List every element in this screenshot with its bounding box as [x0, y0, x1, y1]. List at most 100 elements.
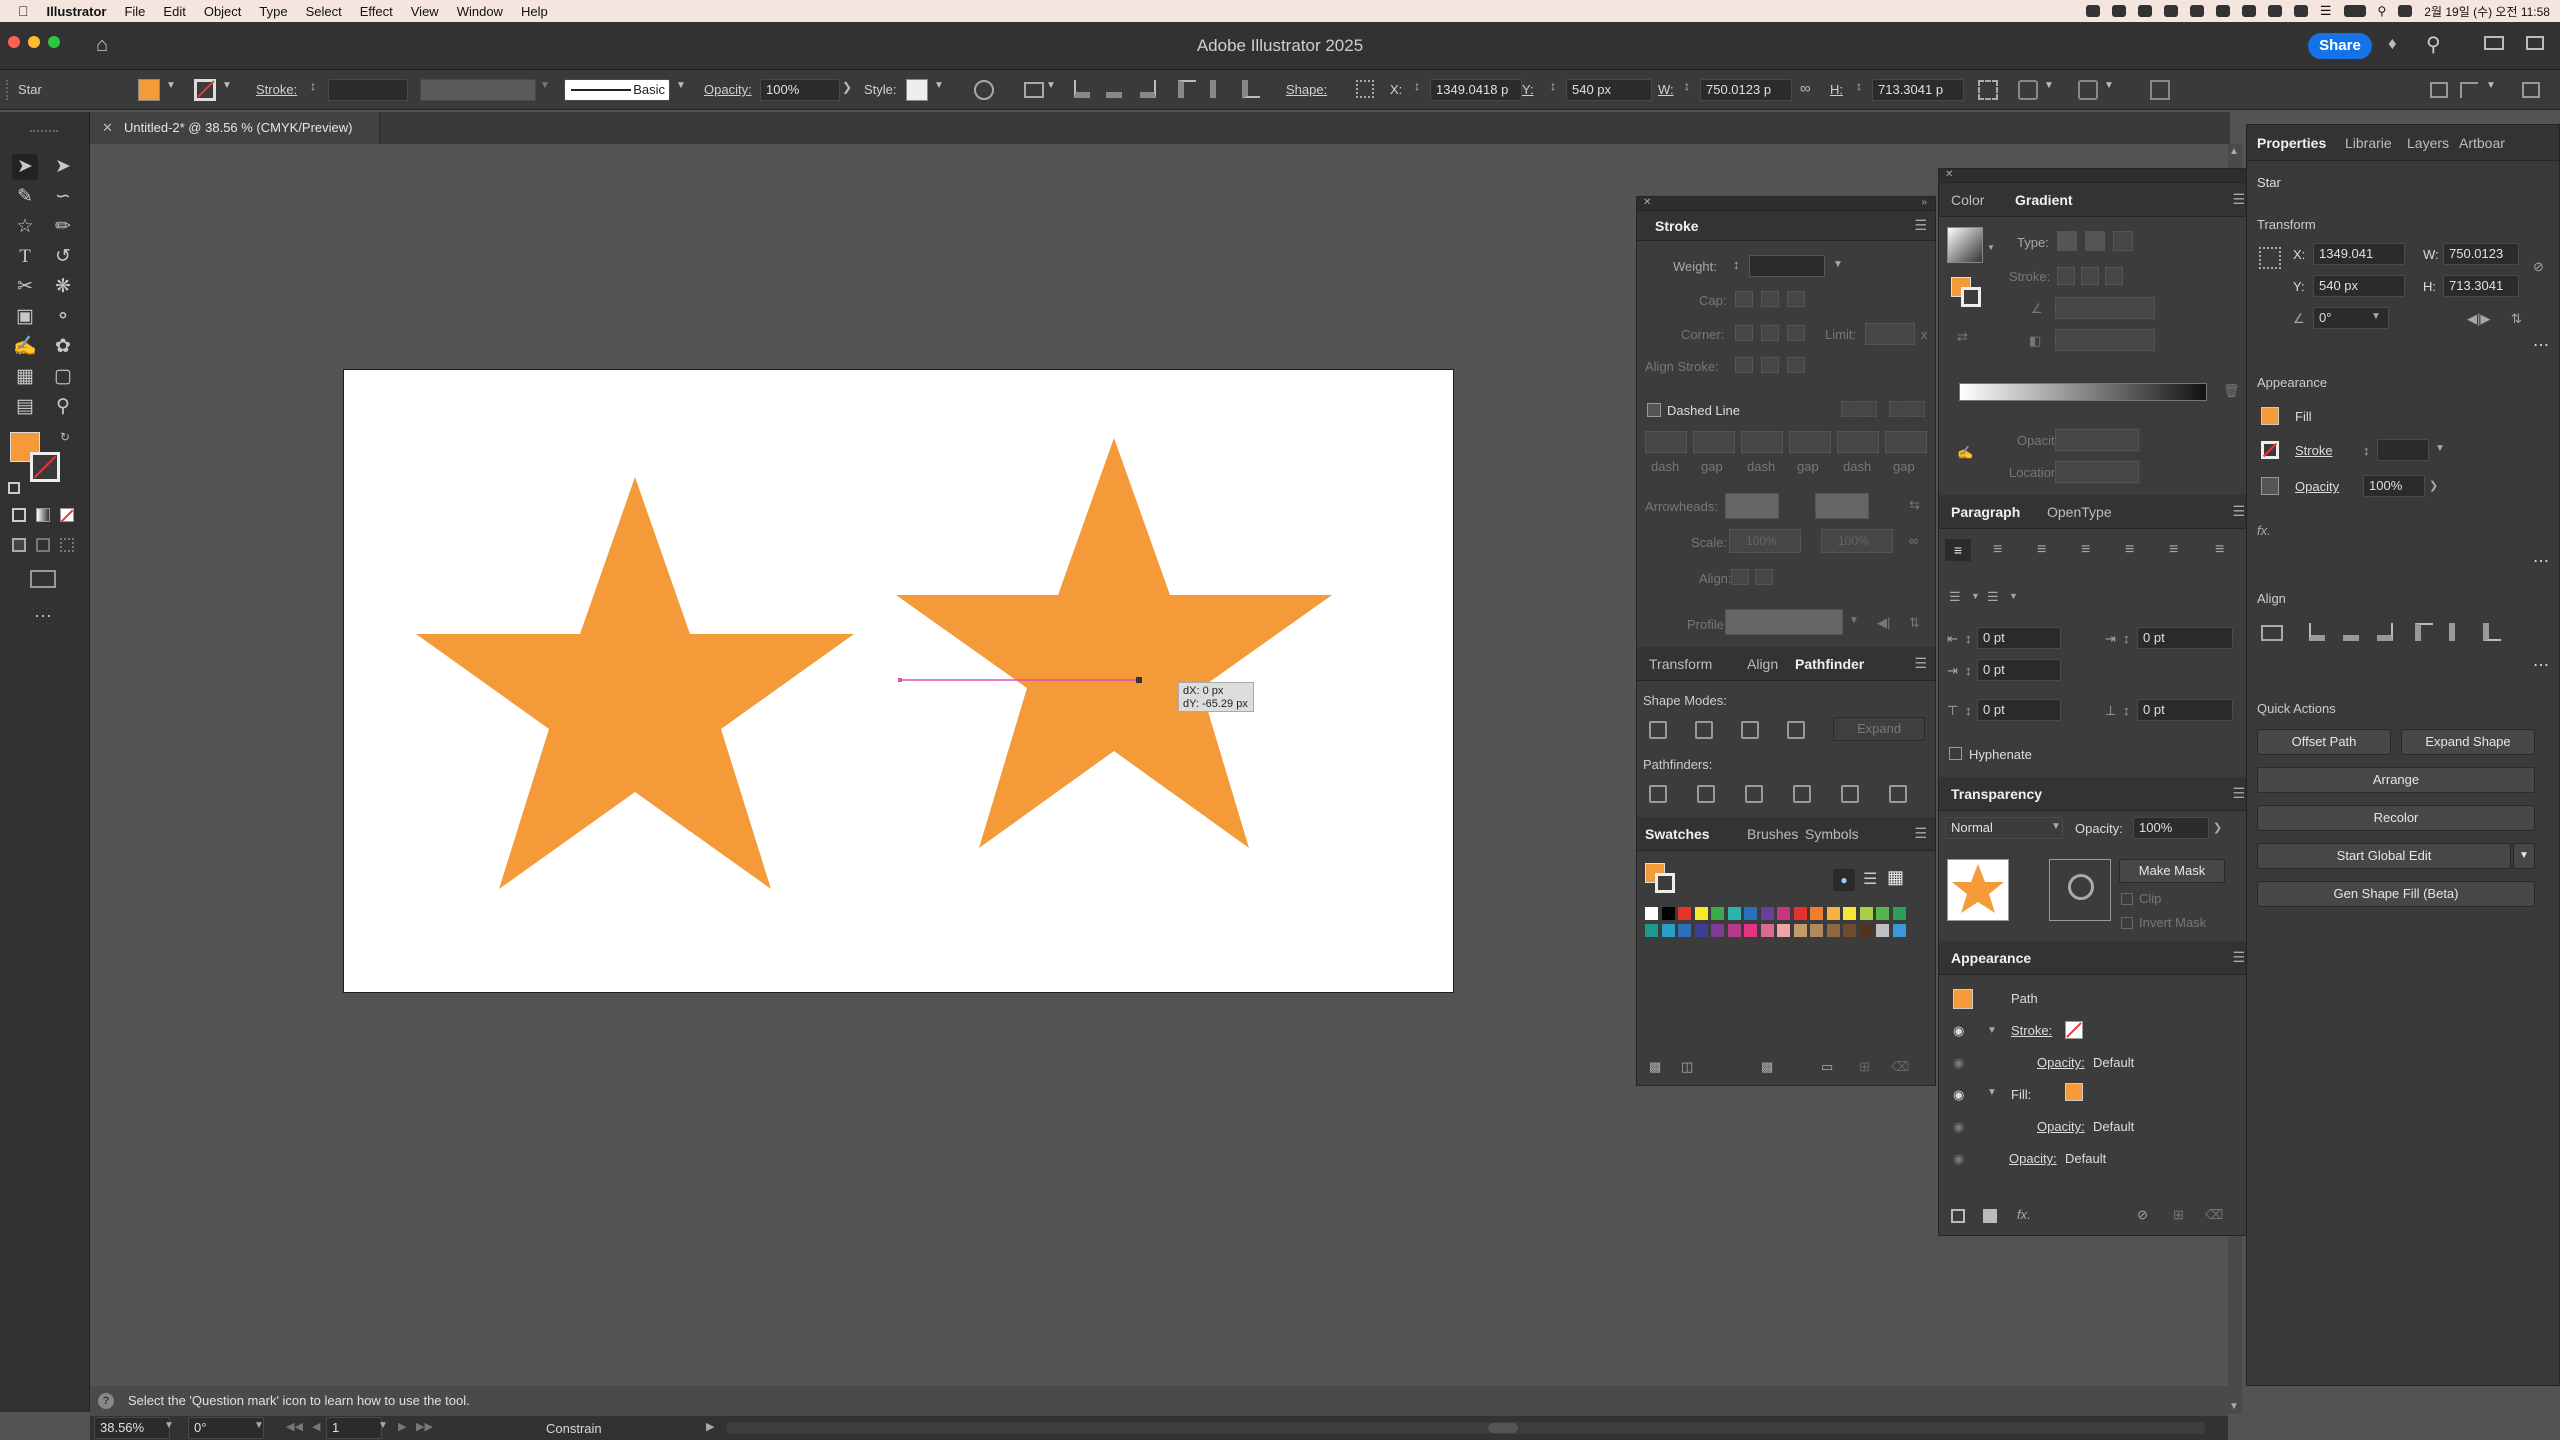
search-icon[interactable]: ⚲ [2378, 4, 2387, 18]
last-artboard-icon[interactable]: ▶▶ [416, 1420, 433, 1433]
transparency-opacity-field[interactable]: 100% [2133, 817, 2209, 839]
close-tab-icon[interactable]: ✕ [102, 112, 113, 144]
appearance-stroke-swatch[interactable] [2065, 1021, 2083, 1039]
chevron-down-icon[interactable]: ▼ [2051, 821, 2061, 832]
menu-effect[interactable]: Effect [351, 4, 402, 19]
flip-profile-v-icon[interactable]: ⇅ [1909, 615, 1920, 631]
space-before-field[interactable]: 0 pt [1977, 699, 2061, 721]
color-swatch[interactable] [1826, 907, 1840, 920]
constrain-proportions-icon[interactable]: ⊘ [2533, 259, 2544, 275]
delete-swatch-icon[interactable]: ⌫ [1891, 1059, 1909, 1075]
flip-profile-icon[interactable]: ◀| [1877, 615, 1890, 631]
wifi-icon[interactable]: ☰ [2320, 3, 2332, 19]
effects-icon[interactable]: fx. [2257, 523, 2271, 538]
prop-align-bottom-icon[interactable] [2483, 623, 2501, 641]
variable-width-field[interactable] [420, 79, 536, 101]
color-swatch[interactable] [1727, 907, 1741, 920]
gen-shape-fill-button[interactable]: Gen Shape Fill (Beta) [2257, 881, 2535, 907]
opacity-label[interactable]: Opacity: [704, 82, 752, 97]
stroke-within-icon[interactable] [2057, 267, 2075, 285]
space-after-icon[interactable]: ⊥ [2105, 703, 2116, 719]
swatch-library-icon[interactable]: ▩ [1649, 1059, 1661, 1075]
color-swatch[interactable] [1892, 907, 1906, 920]
stroke-color-box[interactable] [30, 452, 60, 482]
apple-icon[interactable]:  [0, 3, 38, 19]
bell-icon[interactable]: ♦ [2388, 34, 2397, 54]
freeform-gradient-icon[interactable] [2113, 231, 2133, 251]
close-panel-icon[interactable]: ✕ [1945, 169, 1953, 180]
panel-menu-icon[interactable]: ☰ [2232, 949, 2245, 966]
blend-mode-select[interactable]: Normal [1945, 817, 2063, 839]
status-icon[interactable] [2267, 5, 2282, 17]
stepper-icon[interactable]: ↕ [2123, 631, 2130, 646]
star-shape[interactable] [416, 477, 854, 889]
draw-behind-icon[interactable] [36, 538, 50, 552]
space-before-icon[interactable]: ⊤ [1947, 703, 1958, 719]
chevron-down-icon[interactable]: ▼ [166, 80, 176, 91]
stepper-icon[interactable]: ↕ [1965, 703, 1972, 718]
radial-gradient-icon[interactable] [2085, 231, 2105, 251]
weight-field[interactable] [1749, 255, 1825, 277]
align-right-icon[interactable] [1140, 80, 1156, 98]
w-field[interactable]: 750.0123 p [1700, 79, 1792, 101]
square-cap-icon[interactable] [1787, 291, 1805, 307]
prop-align-top-icon[interactable] [2415, 623, 2433, 641]
chevron-down-icon[interactable]: ▼ [1971, 591, 1980, 601]
offset-path-button[interactable]: Offset Path [2257, 729, 2391, 755]
color-swatch[interactable] [1843, 907, 1856, 920]
default-colors-icon[interactable] [8, 482, 20, 494]
swap-colors-icon[interactable]: ↻ [60, 430, 70, 444]
prop-y-field[interactable]: 540 px [2313, 275, 2405, 297]
tab-brushes[interactable]: Brushes [1747, 826, 1798, 842]
status-icon[interactable] [2189, 5, 2204, 17]
minus-front-icon[interactable] [1695, 721, 1713, 739]
add-stroke-icon[interactable] [1951, 1209, 1965, 1223]
tab-transparency[interactable]: Transparency [1951, 786, 2042, 802]
gradient-stroke-swatch[interactable] [1961, 287, 1981, 307]
isolate-icon[interactable] [2150, 80, 2170, 100]
color-swatch[interactable] [1892, 924, 1906, 937]
align-top-icon[interactable] [1178, 80, 1196, 98]
prop-w-field[interactable]: 750.0123 [2443, 243, 2519, 265]
tab-transform[interactable]: Transform [1649, 656, 1712, 672]
stroke-label[interactable]: Stroke: [256, 82, 297, 97]
appearance-stroke-label[interactable]: Stroke: [2011, 1023, 2052, 1038]
visibility-eye-icon[interactable]: ◉ [1953, 1055, 1964, 1071]
horizontal-scrollbar[interactable] [726, 1422, 2206, 1434]
numbered-list-icon[interactable]: ☰ [1987, 589, 1999, 605]
status-icon[interactable] [2241, 5, 2256, 17]
chevron-down-icon[interactable]: ▼ [254, 1420, 264, 1431]
delete-stop-icon[interactable]: 🗑 [2223, 383, 2240, 399]
chevron-down-icon[interactable]: ▼ [540, 80, 550, 91]
swatch-stroke-preview[interactable] [1655, 873, 1675, 893]
color-swatch[interactable] [1876, 924, 1889, 937]
prop-align-left-icon[interactable] [2309, 623, 2325, 641]
start-global-edit-button[interactable]: Start Global Edit [2257, 843, 2511, 869]
prop-h-field[interactable]: 713.3041 [2443, 275, 2519, 297]
stepper-icon[interactable]: ↕ [1965, 631, 1972, 646]
more-tools-icon[interactable]: ⋯ [34, 606, 52, 627]
menu-file[interactable]: File [115, 4, 154, 19]
appearance-stroke-opacity-label[interactable]: Opacity: [2037, 1055, 2085, 1070]
first-artboard-icon[interactable]: ◀◀ [286, 1420, 303, 1433]
stepper-icon[interactable]: ↕ [1856, 79, 1862, 93]
edit-path-icon[interactable] [2078, 80, 2098, 100]
arrow-tip-icon[interactable] [1731, 569, 1749, 585]
align-to-icon[interactable] [1024, 82, 1044, 98]
fill-swatch[interactable] [138, 79, 160, 101]
scissors-tool-icon[interactable]: ✂ [12, 274, 38, 300]
clip-checkbox[interactable] [2121, 893, 2133, 905]
chevron-down-icon[interactable]: ▼ [164, 1420, 174, 1431]
color-swatch[interactable] [1810, 924, 1823, 937]
align-center-h-icon[interactable] [1106, 80, 1122, 98]
next-artboard-icon[interactable]: ▶ [398, 1420, 406, 1433]
color-swatch[interactable] [1678, 907, 1691, 920]
panel-menu-icon[interactable]: ☰ [1914, 217, 1927, 234]
artboard-tool-icon[interactable]: ▢ [50, 364, 76, 390]
chevron-down-icon[interactable]: ▼ [378, 1420, 388, 1431]
color-swatch[interactable] [1843, 924, 1856, 937]
pen-tool-icon[interactable]: ✎ [12, 184, 38, 210]
chevron-down-icon[interactable]: ▼ [676, 80, 686, 91]
brush-field[interactable]: Basic [564, 79, 670, 101]
chevron-down-icon[interactable]: ▼ [1987, 243, 1995, 252]
